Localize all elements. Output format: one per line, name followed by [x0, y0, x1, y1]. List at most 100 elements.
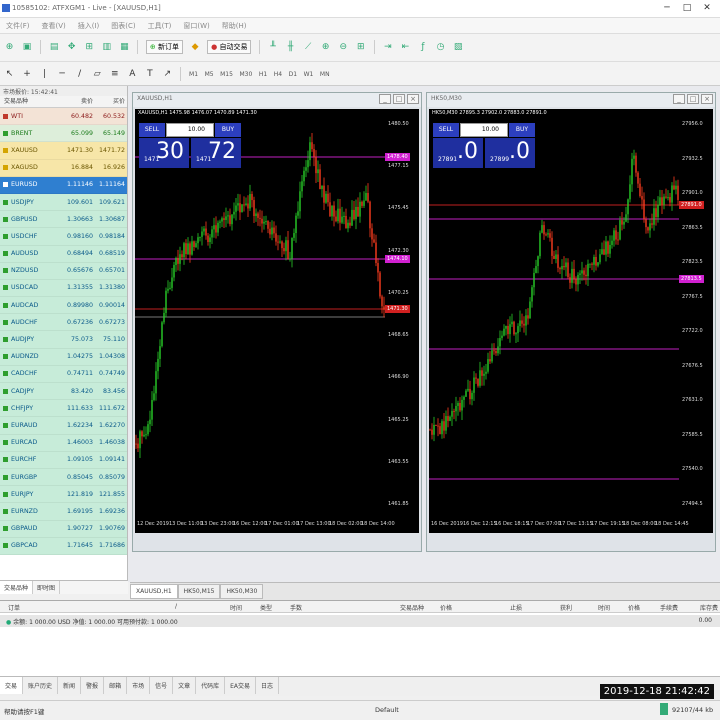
- market-watch-row[interactable]: AUDCHF 0.67236 0.67273: [0, 314, 127, 332]
- market-watch-row[interactable]: USDCAD 1.31355 1.31380: [0, 279, 127, 298]
- period-h1[interactable]: H1: [259, 71, 267, 78]
- menu-insert[interactable]: 插入(I): [72, 18, 106, 34]
- terminal-tab[interactable]: EA交易: [225, 677, 257, 694]
- menu-charts[interactable]: 图表(C): [105, 18, 141, 34]
- arrows-icon[interactable]: ↗: [161, 68, 174, 81]
- crosshair-icon[interactable]: +: [21, 68, 34, 81]
- tab-symbols[interactable]: 交易品种: [0, 581, 34, 594]
- col-ask[interactable]: 买价: [93, 96, 127, 107]
- market-watch-row[interactable]: XAUUSD 1471.30 1471.72: [0, 142, 127, 160]
- terminal-col-header[interactable]: 手续费: [660, 603, 678, 612]
- terminal-col-header[interactable]: 时间: [598, 603, 610, 612]
- col-bid[interactable]: 卖价: [63, 96, 93, 107]
- text-icon[interactable]: A: [126, 68, 139, 81]
- market-watch-row[interactable]: AUDUSD 0.68494 0.68519: [0, 245, 127, 263]
- price-chart-canvas[interactable]: XAUUSD,H1 1475.98 1476.07 1470.89 1471.3…: [135, 109, 385, 519]
- terminal-icon[interactable]: ▥: [100, 41, 113, 54]
- bar-chart-icon[interactable]: ╨: [267, 41, 280, 54]
- market-watch-row[interactable]: EURAUD 1.62234 1.62270: [0, 417, 127, 435]
- chart-tab-hk50-m30[interactable]: HK50,M30: [220, 584, 264, 599]
- terminal-col-header[interactable]: 交易品种: [400, 603, 424, 612]
- market-watch-row[interactable]: GBPCAD 1.71645 1.71686: [0, 537, 127, 555]
- terminal-tab[interactable]: 日志: [256, 677, 280, 694]
- terminal-col-header[interactable]: 止损: [510, 603, 522, 612]
- market-watch-row[interactable]: GBPAUD 1.90727 1.90769: [0, 520, 127, 538]
- market-watch-row[interactable]: NZDUSD 0.65676 0.65701: [0, 262, 127, 280]
- terminal-col-header[interactable]: 时间: [230, 603, 242, 612]
- menu-help[interactable]: 帮助(H): [216, 18, 253, 34]
- menu-view[interactable]: 查看(V): [36, 18, 72, 34]
- time-scale[interactable]: 16 Dec 2019 16 Dec 12:15 16 Dec 18:15 17 De…: [429, 519, 713, 533]
- terminal-tab[interactable]: 账户历史: [23, 677, 59, 694]
- chart-tab-hk50-m15[interactable]: HK50,M15: [177, 584, 221, 599]
- period-d1[interactable]: D1: [289, 71, 297, 78]
- market-watch-row[interactable]: USDCHF 0.98160 0.98184: [0, 228, 127, 246]
- buy-price-box[interactable]: 1471 72: [191, 138, 241, 168]
- terminal-tab[interactable]: 邮箱: [104, 677, 128, 694]
- sell-price-box[interactable]: 27891.0: [433, 138, 483, 168]
- chart-close-button[interactable]: ×: [701, 94, 713, 104]
- price-chart-canvas[interactable]: HK50,M30 27895.3 27902.0 27883.0 27891.0…: [429, 109, 679, 519]
- buy-price-box[interactable]: 27899.0: [485, 138, 535, 168]
- indicators-icon[interactable]: ƒ: [416, 41, 429, 54]
- tab-tick-chart[interactable]: 即时图: [33, 581, 61, 594]
- tester-icon[interactable]: ▦: [118, 41, 131, 54]
- line-chart-icon[interactable]: ⟋: [302, 41, 315, 54]
- market-watch-row[interactable]: EURNZD 1.69195 1.69236: [0, 503, 127, 521]
- period-w1[interactable]: W1: [304, 71, 314, 78]
- market-watch-row[interactable]: AUDCAD 0.89980 0.90014: [0, 297, 127, 315]
- col-symbol[interactable]: 交易品种: [0, 96, 63, 107]
- period-m5[interactable]: M5: [205, 71, 214, 78]
- terminal-col-header[interactable]: /: [175, 603, 177, 610]
- chart-minimize-button[interactable]: _: [379, 94, 391, 104]
- time-scale[interactable]: 12 Dec 2019 13 Dec 11:00 13 Dec 23:00 16 De…: [135, 519, 419, 533]
- fibonacci-icon[interactable]: ≡: [108, 68, 121, 81]
- terminal-tab[interactable]: 市场: [127, 677, 151, 694]
- chart-shift-icon[interactable]: ⇤: [399, 41, 412, 54]
- market-watch-row[interactable]: EURUSD 1.11146 1.11164: [0, 176, 127, 194]
- periods-icon[interactable]: ◷: [434, 41, 447, 54]
- zoom-out-icon[interactable]: ⊖: [337, 41, 350, 54]
- vertical-line-icon[interactable]: |: [38, 68, 51, 81]
- buy-button[interactable]: BUY: [215, 123, 241, 137]
- market-watch-row[interactable]: EURGBP 0.85045 0.85079: [0, 468, 127, 487]
- market-watch-row[interactable]: XAGUSD 16.884 16.926: [0, 159, 127, 177]
- market-watch-row[interactable]: WTI 60.482 60.532: [0, 108, 127, 126]
- terminal-col-header[interactable]: 订单: [8, 603, 20, 612]
- candlestick-icon[interactable]: ╫: [284, 41, 297, 54]
- maximize-button[interactable]: □: [680, 2, 694, 14]
- market-watch-row[interactable]: AUDJPY 75.073 75.110: [0, 331, 127, 349]
- close-button[interactable]: ✕: [700, 2, 714, 14]
- label-icon[interactable]: T: [143, 68, 156, 81]
- menu-tools[interactable]: 工具(T): [142, 18, 178, 34]
- metaeditor-icon[interactable]: ◆: [189, 41, 202, 54]
- price-scale[interactable]: 27956.0 27932.5 27901.0 27863.5 27823.5 27767…: [679, 109, 713, 519]
- menu-file[interactable]: 文件(F): [0, 18, 36, 34]
- autoscroll-icon[interactable]: ⇥: [381, 41, 394, 54]
- period-m15[interactable]: M15: [220, 71, 233, 78]
- balance-row[interactable]: ● 余额: 1 000.00 USD 净值: 1 000.00 可用预付款: 1…: [0, 615, 720, 627]
- templates-icon[interactable]: ▧: [452, 41, 465, 54]
- minimize-button[interactable]: ─: [660, 2, 674, 14]
- market-watch-row[interactable]: CHFJPY 111.633 111.672: [0, 400, 127, 418]
- period-m1[interactable]: M1: [189, 71, 198, 78]
- channel-icon[interactable]: ▱: [91, 68, 104, 81]
- market-watch-row[interactable]: AUDNZD 1.04275 1.04308: [0, 348, 127, 366]
- terminal-col-header[interactable]: 价格: [628, 603, 640, 612]
- cursor-icon[interactable]: ↖: [3, 68, 16, 81]
- menu-window[interactable]: 窗口(W): [177, 18, 215, 34]
- new-chart-icon[interactable]: ⊕: [3, 41, 16, 54]
- tile-windows-icon[interactable]: ⊞: [354, 41, 367, 54]
- terminal-tab[interactable]: 文章: [173, 677, 197, 694]
- market-watch-row[interactable]: USDJPY 109.601 109.621: [0, 193, 127, 212]
- data-window-icon[interactable]: ⊞: [83, 41, 96, 54]
- terminal-tab[interactable]: 信号: [150, 677, 174, 694]
- chart-minimize-button[interactable]: _: [673, 94, 685, 104]
- terminal-col-header[interactable]: 手数: [290, 603, 302, 612]
- period-h4[interactable]: H4: [274, 71, 282, 78]
- market-watch-row[interactable]: GBPUSD 1.30663 1.30687: [0, 211, 127, 229]
- buy-button[interactable]: BUY: [509, 123, 535, 137]
- market-watch-row[interactable]: EURJPY 121.819 121.855: [0, 486, 127, 504]
- horizontal-line-icon[interactable]: ─: [56, 68, 69, 81]
- chart-restore-button[interactable]: □: [393, 94, 405, 104]
